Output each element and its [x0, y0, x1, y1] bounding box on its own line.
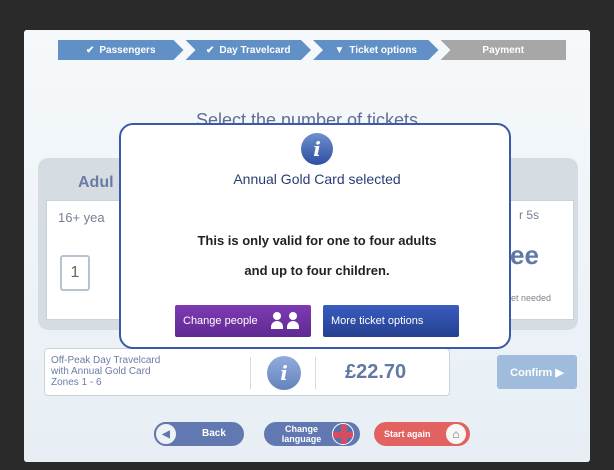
dialog-title: Annual Gold Card selected [233, 171, 401, 187]
info-icon: i [301, 133, 333, 165]
dialog-message-line2: and up to four children. [244, 263, 390, 278]
gold-card-dialog: i Annual Gold Card selected This is only… [119, 123, 511, 349]
kiosk-screen: ✔ Passengers ✔ Day Travelcard ▼ Ticket opti… [24, 30, 590, 462]
kiosk-frame: ✔ Passengers ✔ Day Travelcard ▼ Ticket opti… [0, 0, 614, 470]
people-icon [271, 312, 303, 330]
dialog-message-line1: This is only valid for one to four adult… [197, 233, 437, 248]
change-people-button[interactable]: Change people [175, 305, 311, 337]
more-ticket-options-button[interactable]: More ticket options [323, 305, 459, 337]
